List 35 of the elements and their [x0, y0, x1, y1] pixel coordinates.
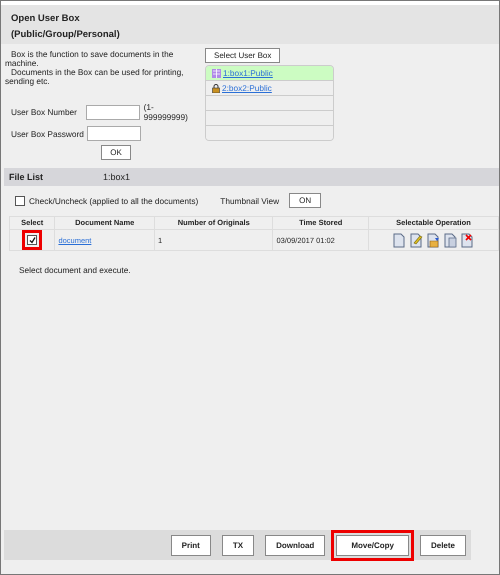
select-user-box-button[interactable]: Select User Box — [205, 48, 280, 63]
page-title: (Public/Group/Personal) — [11, 29, 121, 40]
document-delete-icon[interactable] — [460, 232, 474, 248]
field-label: User Box Password — [11, 128, 83, 138]
folder-document-icon[interactable] — [426, 232, 440, 248]
description-text: Box is the function to save documents in the machine. — [5, 50, 174, 68]
copy-documents-icon[interactable] — [443, 232, 458, 248]
thumbnail-toggle-button[interactable]: ON — [289, 193, 322, 208]
thumbnail-view-label: Thumbnail View — [220, 196, 280, 206]
document-edit-icon[interactable] — [409, 232, 424, 248]
page-title: Open User Box — [11, 13, 81, 24]
field-label: User Box Number — [11, 107, 78, 117]
padlock-icon — [212, 84, 220, 92]
row-checkbox[interactable] — [27, 235, 38, 245]
user-box-item[interactable]: 2:box2:Public — [206, 81, 333, 96]
action-button[interactable]: Delete — [420, 534, 466, 556]
check-all-checkbox[interactable] — [15, 196, 25, 206]
ok-button[interactable]: OK — [101, 145, 131, 160]
user-box-item[interactable]: 1:box1:Public — [206, 66, 333, 81]
document-icon[interactable] — [392, 232, 406, 248]
action-button[interactable]: Move/Copy — [336, 534, 409, 556]
user-box-link[interactable]: 1:box1:Public — [223, 68, 273, 78]
input-field[interactable] — [87, 126, 141, 141]
action-button[interactable]: Print — [170, 534, 211, 556]
current-box-label: 1:box1 — [103, 172, 130, 182]
check-all-label: Check/Uncheck (applied to all the documents) — [29, 196, 198, 206]
section-title: File List — [9, 172, 44, 182]
instruction-text: Select document and execute. — [19, 265, 132, 275]
input-field[interactable] — [86, 104, 140, 120]
action-button[interactable]: TX — [222, 534, 254, 556]
box-icon — [212, 68, 221, 78]
range-hint: (1-999999999) — [144, 102, 189, 122]
action-button[interactable]: Download — [265, 534, 326, 556]
description-text: Documents in the Box can be used for printing, sending etc. — [5, 68, 184, 86]
user-box-link[interactable]: 2:box2:Public — [222, 83, 272, 93]
